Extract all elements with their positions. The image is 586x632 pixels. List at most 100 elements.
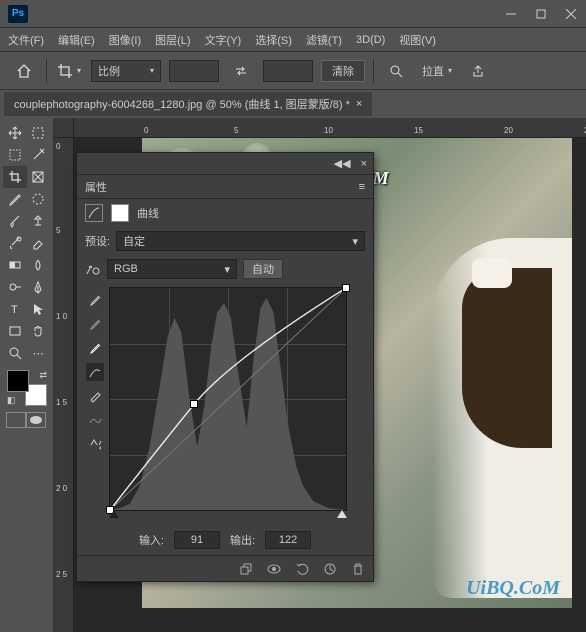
patch-tool[interactable] [27,188,51,210]
delete-adjustment-icon[interactable] [349,560,367,578]
swap-dimensions-button[interactable] [227,58,255,84]
crop-tool[interactable] [3,166,27,188]
blur-tool[interactable] [27,254,51,276]
toggle-visibility-icon[interactable] [265,560,283,578]
document-tab-bar: couplephotography-6004268_1280.jpg @ 50%… [0,90,586,118]
menu-edit[interactable]: 编辑(E) [58,32,95,48]
eyedropper-tool[interactable] [3,188,27,210]
artboard-tool[interactable] [27,122,51,144]
panel-tab-properties[interactable]: 属性 [85,179,107,195]
black-point-slider[interactable] [109,510,119,518]
menu-file[interactable]: 文件(F) [8,32,44,48]
panel-header[interactable]: ◀◀ × [77,153,373,175]
ruler-horizontal[interactable]: 0 5 10 15 20 25 [74,118,586,138]
window-close-button[interactable] [564,7,578,21]
menu-select[interactable]: 选择(S) [255,32,292,48]
adjustment-type-label: 曲线 [137,205,159,221]
clip-to-layer-icon[interactable] [237,560,255,578]
path-selection-tool[interactable] [27,298,51,320]
curve-point-mid[interactable] [190,400,198,408]
menu-filter[interactable]: 滤镜(T) [306,32,342,48]
photo-subject-bow [472,258,512,288]
curve-input-field[interactable] [174,531,220,549]
crop-width-input[interactable] [169,60,219,82]
brush-tool[interactable] [3,210,27,232]
ruler-vertical[interactable]: 0 5 1 0 1 5 2 0 2 5 3 0 [54,138,74,632]
panel-menu-icon[interactable]: ≡ [359,181,365,193]
channel-select[interactable]: RGB▾ [107,259,237,279]
eyedropper-white-icon[interactable] [86,339,104,357]
default-colors-icon[interactable]: ◧ [7,395,16,406]
reset-icon[interactable] [321,560,339,578]
toolbox: T ⋯ ⇄ ◧ [0,118,54,632]
document-tab[interactable]: couplephotography-6004268_1280.jpg @ 50%… [4,92,372,116]
canvas-area: 0 5 10 15 20 25 0 5 1 0 1 5 2 0 2 5 3 0 … [54,118,586,632]
color-swatches[interactable]: ⇄ ◧ [7,370,47,406]
input-output-row: 输入: 输出: [77,519,373,555]
pen-tool[interactable] [27,276,51,298]
document-tab-close-icon[interactable]: × [356,98,362,110]
crop-height-input[interactable] [263,60,313,82]
curve-path[interactable] [110,288,346,510]
preset-select[interactable]: 自定▾ [116,231,365,251]
menu-3d[interactable]: 3D(D) [356,34,385,46]
menu-layer[interactable]: 图层(L) [155,32,190,48]
move-tool[interactable] [3,122,27,144]
clone-stamp-tool[interactable] [27,210,51,232]
preset-row: 预设: 自定▾ [77,227,373,255]
eraser-tool[interactable] [27,232,51,254]
marquee-tool[interactable] [3,144,27,166]
quick-mask-toggle[interactable] [6,412,50,428]
magic-wand-tool[interactable] [27,144,51,166]
rectangle-tool[interactable] [3,320,27,342]
panel-close-icon[interactable]: × [361,158,367,170]
swap-colors-icon[interactable]: ⇄ [39,370,47,381]
curve-point-tool-icon[interactable] [86,363,104,381]
document-tab-title: couplephotography-6004268_1280.jpg @ 50%… [14,96,350,112]
clip-warning-icon[interactable] [86,435,104,453]
workspace: T ⋯ ⇄ ◧ 0 5 10 15 20 25 [0,118,586,632]
straighten-button[interactable]: 拉直▾ [418,58,456,84]
history-brush-tool[interactable] [3,232,27,254]
smooth-curve-icon[interactable] [86,411,104,429]
edit-toolbar-button[interactable]: ⋯ [27,342,51,364]
hand-tool[interactable] [27,320,51,342]
menu-view[interactable]: 视图(V) [399,32,436,48]
curve-pencil-tool-icon[interactable] [86,387,104,405]
share-icon[interactable] [464,58,492,84]
curve-point-highlight[interactable] [342,284,350,292]
eyedropper-neutral-icon[interactable] [86,291,104,309]
foreground-color[interactable] [7,370,29,392]
window-maximize-button[interactable] [534,7,548,21]
menu-type[interactable]: 文字(Y) [205,32,242,48]
crop-tool-indicator-icon[interactable]: ▾ [55,58,83,84]
menu-image[interactable]: 图像(I) [109,32,141,48]
input-label: 输入: [139,532,164,548]
white-point-slider[interactable] [337,510,347,518]
auto-button[interactable]: 自动 [243,259,283,279]
gradient-tool[interactable] [3,254,27,276]
curves-editor [77,283,373,519]
search-button[interactable] [382,58,410,84]
layer-mask-icon[interactable] [111,204,129,222]
dodge-tool[interactable] [3,276,27,298]
type-tool[interactable]: T [3,298,27,320]
frame-tool[interactable] [27,166,51,188]
preset-label: 预设: [85,233,110,249]
previous-state-icon[interactable] [293,560,311,578]
crop-clear-button[interactable]: 清除 [321,60,365,82]
home-button[interactable] [10,58,38,84]
input-sliders [110,510,346,520]
crop-ratio-label: 比例 [98,63,120,79]
targeted-adjust-icon[interactable] [85,262,101,276]
ruler-origin[interactable] [54,118,74,138]
curves-sampler-tools [85,287,105,511]
crop-ratio-select[interactable]: 比例▾ [91,60,161,82]
curves-graph[interactable] [109,287,347,511]
properties-panel: ◀◀ × 属性 ≡ 曲线 预设: 自定▾ RGB▾ 自动 [76,152,374,582]
window-minimize-button[interactable] [504,7,518,21]
curve-output-field[interactable] [265,531,311,549]
eyedropper-gray-icon[interactable] [86,315,104,333]
panel-collapse-icon[interactable]: ◀◀ [334,157,351,170]
zoom-tool[interactable] [3,342,27,364]
